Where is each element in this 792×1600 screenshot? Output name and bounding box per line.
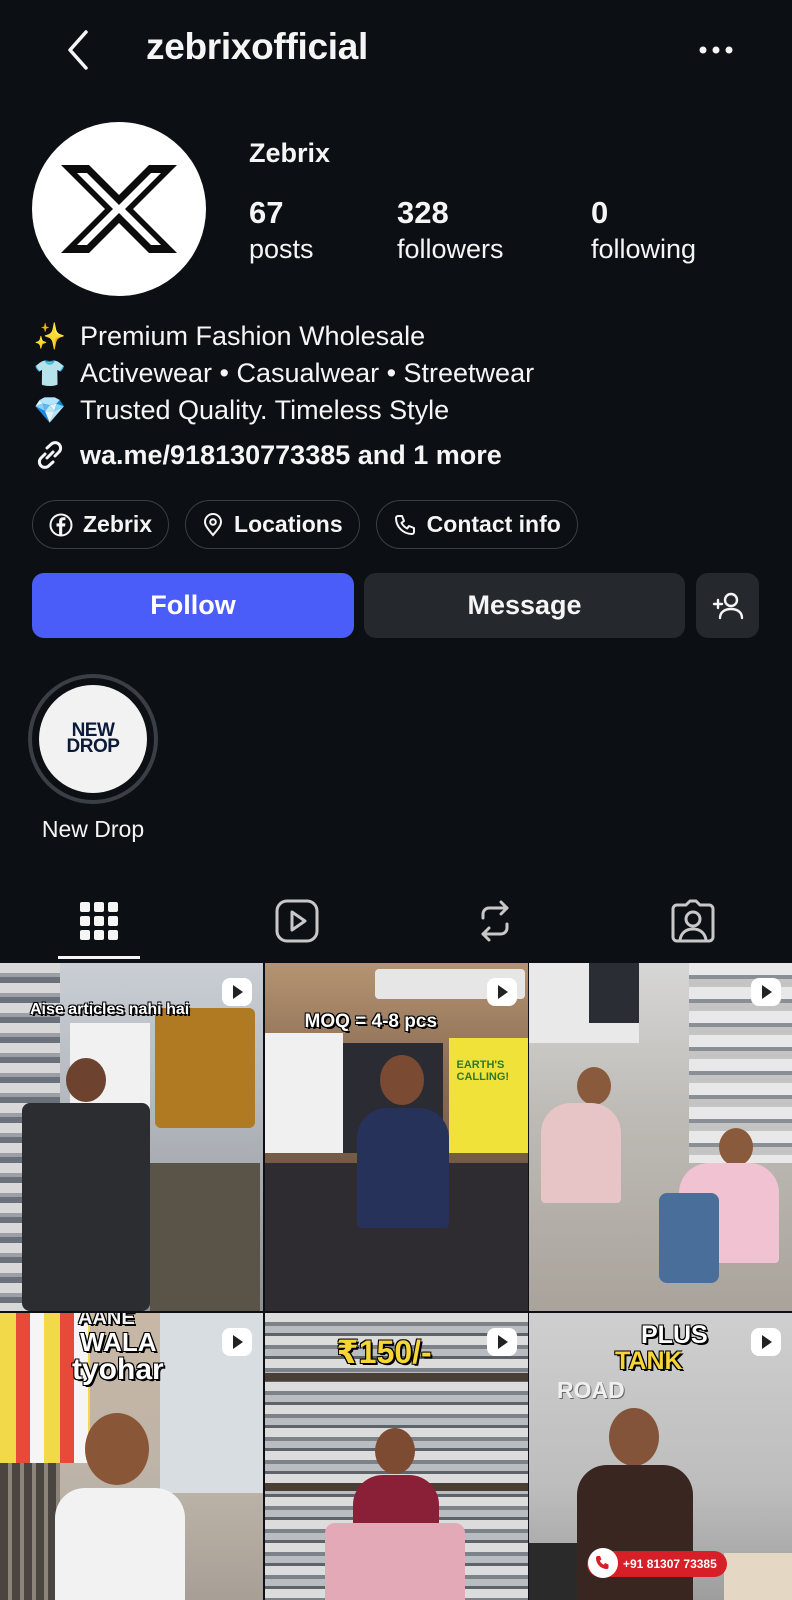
profile-avatar[interactable] (32, 122, 206, 296)
tab-posts-grid[interactable] (0, 880, 198, 962)
followers-count-label: followers (397, 234, 504, 264)
reel-icon (486, 978, 517, 1006)
bio-text: Premium Fashion Wholesale (80, 321, 426, 351)
contact-info-chip[interactable]: Contact info (375, 500, 578, 549)
reel-icon (751, 1328, 781, 1356)
link-icon (37, 441, 63, 469)
suggested-accounts-button[interactable] (696, 573, 759, 638)
message-button[interactable]: Message (364, 573, 685, 638)
post-overlay-line2: TANK (615, 1347, 683, 1375)
bio-link[interactable]: wa.me/918130773385 and 1 more (32, 437, 502, 473)
following-count[interactable]: 0 following (591, 194, 696, 266)
sparkles-icon: ✨ (33, 321, 67, 351)
more-options-button[interactable] (690, 30, 742, 70)
bio-text: Activewear • Casualwear • Streetwear (80, 358, 535, 388)
profile-username: zebrixofficial (146, 26, 368, 67)
phone-icon (588, 1548, 618, 1578)
bio-line: 💎 Trusted Quality. Timeless Style (32, 392, 534, 429)
profile-chips: Zebrix Locations Contact info (32, 500, 578, 549)
reel-icon (751, 978, 781, 1006)
highlight-ring: NEW DROP (28, 674, 158, 804)
posts-count-value: 67 (249, 195, 284, 230)
highlight-cover-line2: DROP (66, 736, 120, 757)
post-thumbnail[interactable]: AANE WALA tyohar (0, 1313, 263, 1600)
following-count-label: following (591, 234, 697, 264)
facebook-chip[interactable]: Zebrix (32, 500, 170, 549)
post-thumbnail[interactable]: Aise articles nahi hai (0, 963, 263, 1311)
reel-icon (486, 1328, 517, 1356)
reel-icon (222, 1328, 252, 1356)
repost-icon (481, 900, 509, 942)
chevron-left-icon (68, 30, 88, 70)
facebook-icon (49, 513, 73, 536)
contact-info-chip-label: Contact info (426, 511, 561, 537)
display-name: Zebrix (249, 138, 331, 168)
back-button[interactable] (56, 24, 100, 76)
reels-icon (275, 899, 319, 943)
post-overlay-line1: PLUS (641, 1321, 708, 1349)
profile-tabs (0, 880, 792, 962)
tab-tagged[interactable] (594, 880, 792, 962)
bio-link-text: wa.me/918130773385 and 1 more (80, 439, 502, 470)
more-icon (699, 46, 733, 54)
highlight-label: New Drop (41, 816, 145, 842)
post-phone-text: +91 81307 73385 (623, 1557, 717, 1571)
reel-icon (222, 978, 252, 1006)
follow-button[interactable]: Follow (32, 573, 354, 638)
gem-icon: 💎 (33, 395, 67, 425)
post-thumbnail[interactable]: MOQ = 4-8 pcs EARTH'S CALLING! (264, 963, 528, 1311)
location-pin-icon (204, 512, 223, 537)
post-overlay-text: ₹150/- (336, 1334, 432, 1370)
bio-text: Trusted Quality. Timeless Style (80, 395, 450, 425)
post-thumbnail[interactable]: ₹150/- (264, 1313, 528, 1600)
posts-grid: Aise articles nahi hai MOQ = 4-8 pcs EAR… (0, 963, 792, 1600)
followers-count[interactable]: 328 followers (397, 194, 504, 266)
post-overlay-text: MOQ = 4-8 pcs (304, 1011, 438, 1032)
tab-reels[interactable] (198, 880, 396, 962)
post-overlay-text: Aise articles nahi hai (30, 1001, 190, 1018)
highlight-cover: NEW DROP (39, 685, 147, 793)
add-person-icon (712, 592, 743, 619)
story-highlight-new-drop[interactable]: NEW DROP New Drop (28, 674, 158, 843)
post-thumbnail[interactable] (529, 963, 792, 1311)
zebrix-logo (61, 165, 177, 253)
bio-line: 👕 Activewear • Casualwear • Streetwear (32, 355, 534, 392)
locations-chip[interactable]: Locations (185, 500, 360, 549)
grid-icon (80, 902, 118, 940)
posts-count[interactable]: 67 posts (249, 194, 314, 266)
post-overlay-line3: tyohar (72, 1353, 164, 1386)
following-count-value: 0 (591, 195, 609, 230)
bio-line: ✨ Premium Fashion Wholesale (32, 318, 534, 355)
shirt-print-text: EARTH'S CALLING! (456, 1059, 510, 1083)
tagged-person-icon (671, 899, 715, 943)
posts-count-label: posts (249, 234, 314, 264)
tshirt-icon: 👕 (33, 358, 67, 388)
tab-reposts[interactable] (396, 880, 594, 962)
top-bar: zebrixofficial (0, 0, 792, 100)
facebook-chip-label: Zebrix (83, 511, 153, 537)
post-thumbnail[interactable]: PLUS TANK ROAD +91 81307 73385 (529, 1313, 792, 1600)
profile-bio: ✨ Premium Fashion Wholesale 👕 Activewear… (32, 318, 534, 429)
locations-chip-label: Locations (234, 511, 343, 537)
followers-count-value: 328 (397, 195, 449, 230)
active-tab-indicator (58, 956, 140, 959)
post-overlay-line3: ROAD (557, 1377, 625, 1403)
phone-icon (394, 514, 415, 535)
